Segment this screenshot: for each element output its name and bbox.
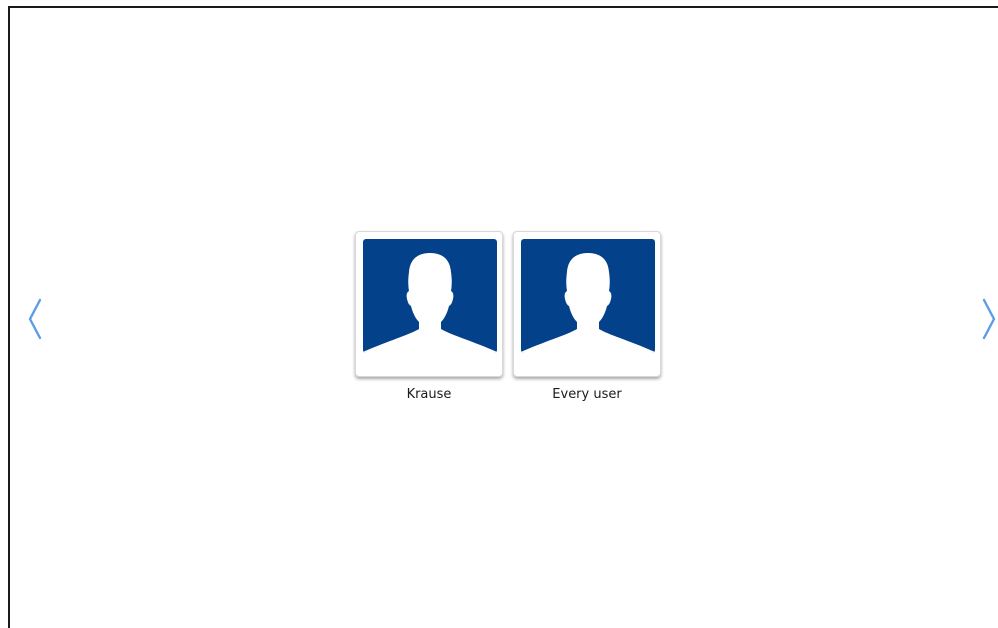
user-card[interactable] — [513, 231, 661, 377]
user-tile[interactable]: Every user — [512, 231, 662, 403]
chevron-right-icon — [982, 298, 996, 340]
avatar — [363, 239, 497, 353]
person-silhouette-icon — [363, 253, 497, 353]
next-button[interactable] — [978, 294, 998, 344]
previous-button[interactable] — [24, 294, 46, 344]
avatar — [521, 239, 655, 353]
user-card[interactable] — [355, 231, 503, 377]
user-tile[interactable]: Krause — [354, 231, 504, 403]
user-tile-list: Krause Every user — [354, 231, 662, 403]
user-name-label: Every user — [552, 387, 622, 402]
person-silhouette-icon — [521, 253, 655, 353]
user-name-label: Krause — [406, 387, 452, 402]
chevron-left-icon — [28, 298, 42, 340]
